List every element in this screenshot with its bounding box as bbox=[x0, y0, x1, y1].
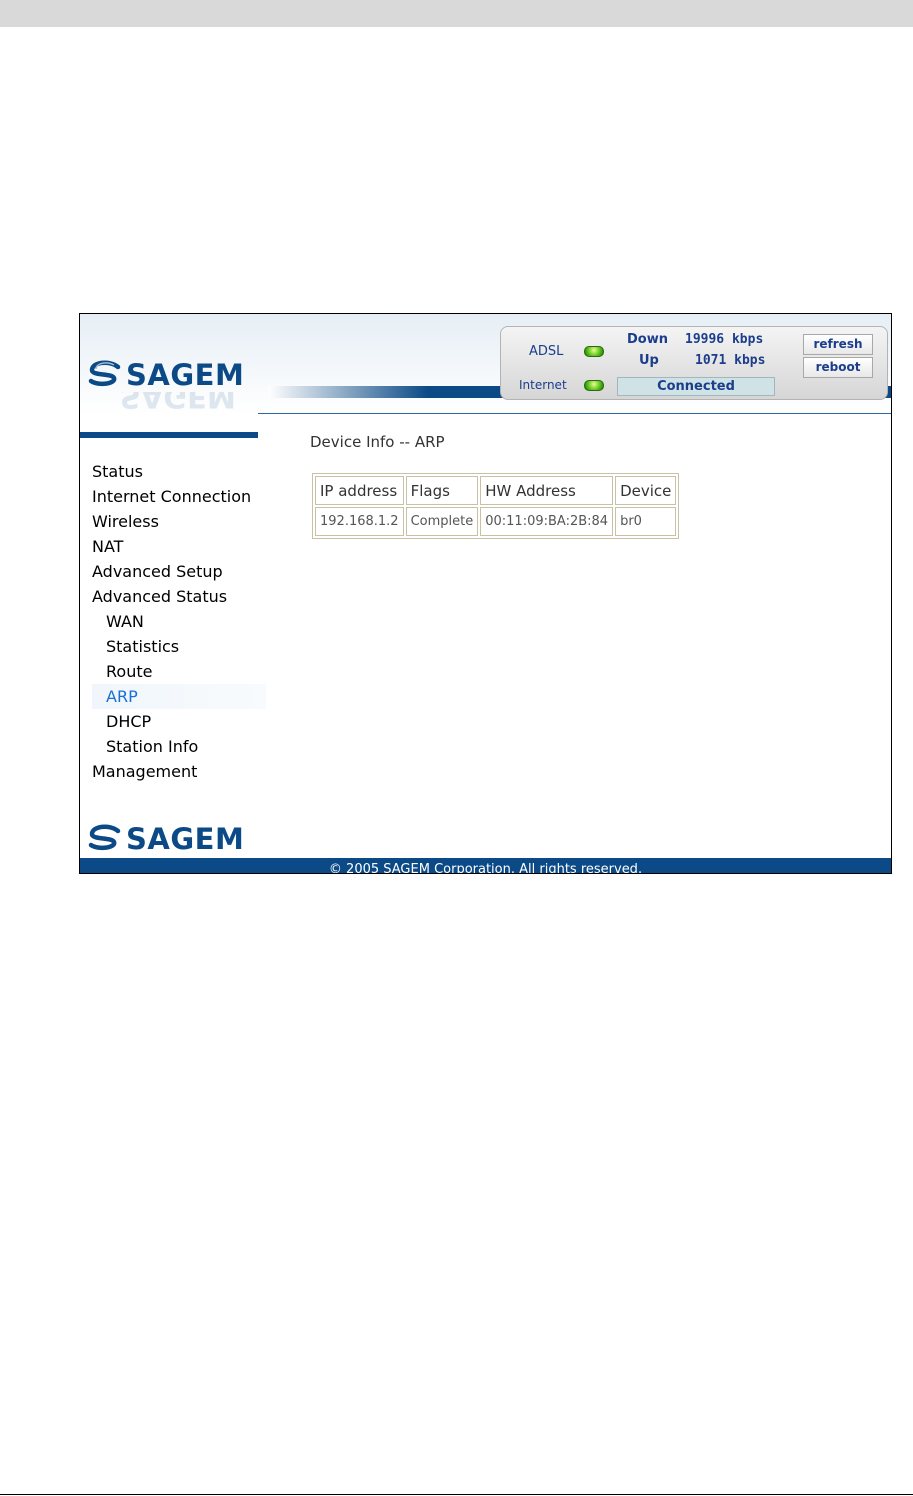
sidebar-item-wan[interactable]: WAN bbox=[92, 609, 262, 634]
adsl-led-icon bbox=[584, 346, 604, 357]
internet-led-icon bbox=[584, 380, 604, 391]
down-rate: 19996 kbps bbox=[685, 332, 764, 347]
content-divider bbox=[258, 413, 891, 414]
sidebar-nav: Status Internet Connection Wireless NAT … bbox=[92, 459, 266, 784]
sidebar-item-dhcp[interactable]: DHCP bbox=[92, 709, 262, 734]
logo-text: SAGEM bbox=[126, 358, 245, 392]
connection-status-panel: ADSL Internet Down 19996 kbps Up 1071 kb… bbox=[500, 326, 888, 400]
sidebar-item-wireless[interactable]: Wireless bbox=[92, 509, 262, 534]
logo-text-footer: SAGEM bbox=[126, 822, 245, 856]
sagem-swirl-icon bbox=[88, 360, 121, 387]
arp-table: IP address Flags HW Address Device 192.1… bbox=[312, 473, 680, 539]
sidebar-item-management[interactable]: Management bbox=[92, 759, 262, 784]
table-row: 192.168.1.2 Complete 00:11:09:BA:2B:84 b… bbox=[315, 507, 677, 536]
sagem-logo-footer: SAGEM bbox=[88, 822, 244, 856]
cell-hw-address: 00:11:09:BA:2B:84 bbox=[480, 507, 614, 536]
document-bottom-rule bbox=[0, 1494, 913, 1495]
footer-copyright: © 2005 SAGEM Corporation. All rights res… bbox=[328, 862, 643, 874]
sidebar-item-arp[interactable]: ARP bbox=[92, 684, 266, 709]
column-header-device: Device bbox=[615, 476, 677, 505]
sidebar-item-nat[interactable]: NAT bbox=[92, 534, 262, 559]
sidebar-item-advanced-setup[interactable]: Advanced Setup bbox=[92, 559, 262, 584]
table-header-row: IP address Flags HW Address Device bbox=[315, 476, 677, 505]
sidebar-item-route[interactable]: Route bbox=[92, 659, 262, 684]
sidebar-stripe bbox=[80, 432, 258, 438]
up-rate: 1071 kbps bbox=[695, 353, 766, 368]
refresh-button[interactable]: refresh bbox=[803, 334, 873, 355]
sidebar-item-internet-connection[interactable]: Internet Connection bbox=[92, 484, 262, 509]
page-title: Device Info -- ARP bbox=[310, 433, 445, 451]
logo-reflection: SAGEM bbox=[120, 392, 236, 414]
sidebar-item-station-info[interactable]: Station Info bbox=[92, 734, 262, 759]
down-label: Down bbox=[627, 332, 668, 347]
column-header-ip-address: IP address bbox=[315, 476, 404, 505]
up-label: Up bbox=[639, 353, 659, 368]
sidebar-item-status[interactable]: Status bbox=[92, 459, 262, 484]
document-top-bar bbox=[0, 0, 913, 27]
connection-status-text: Connected bbox=[617, 377, 775, 396]
cell-flags: Complete bbox=[405, 507, 479, 536]
cell-ip-address: 192.168.1.2 bbox=[315, 507, 404, 536]
sidebar-item-statistics[interactable]: Statistics bbox=[92, 634, 262, 659]
internet-label: Internet bbox=[519, 378, 567, 392]
sidebar-item-advanced-status[interactable]: Advanced Status bbox=[92, 584, 262, 609]
sagem-swirl-icon bbox=[88, 824, 121, 851]
header-stripe-fade bbox=[268, 386, 428, 398]
column-header-hw-address: HW Address bbox=[480, 476, 614, 505]
adsl-label: ADSL bbox=[529, 344, 564, 359]
sagem-logo: SAGEM bbox=[88, 358, 244, 392]
cell-device: br0 bbox=[615, 507, 677, 536]
column-header-flags: Flags bbox=[405, 476, 479, 505]
reboot-button[interactable]: reboot bbox=[803, 357, 873, 378]
router-web-ui: SAGEM SAGEM ADSL Internet Down 19996 kbp… bbox=[79, 313, 892, 874]
